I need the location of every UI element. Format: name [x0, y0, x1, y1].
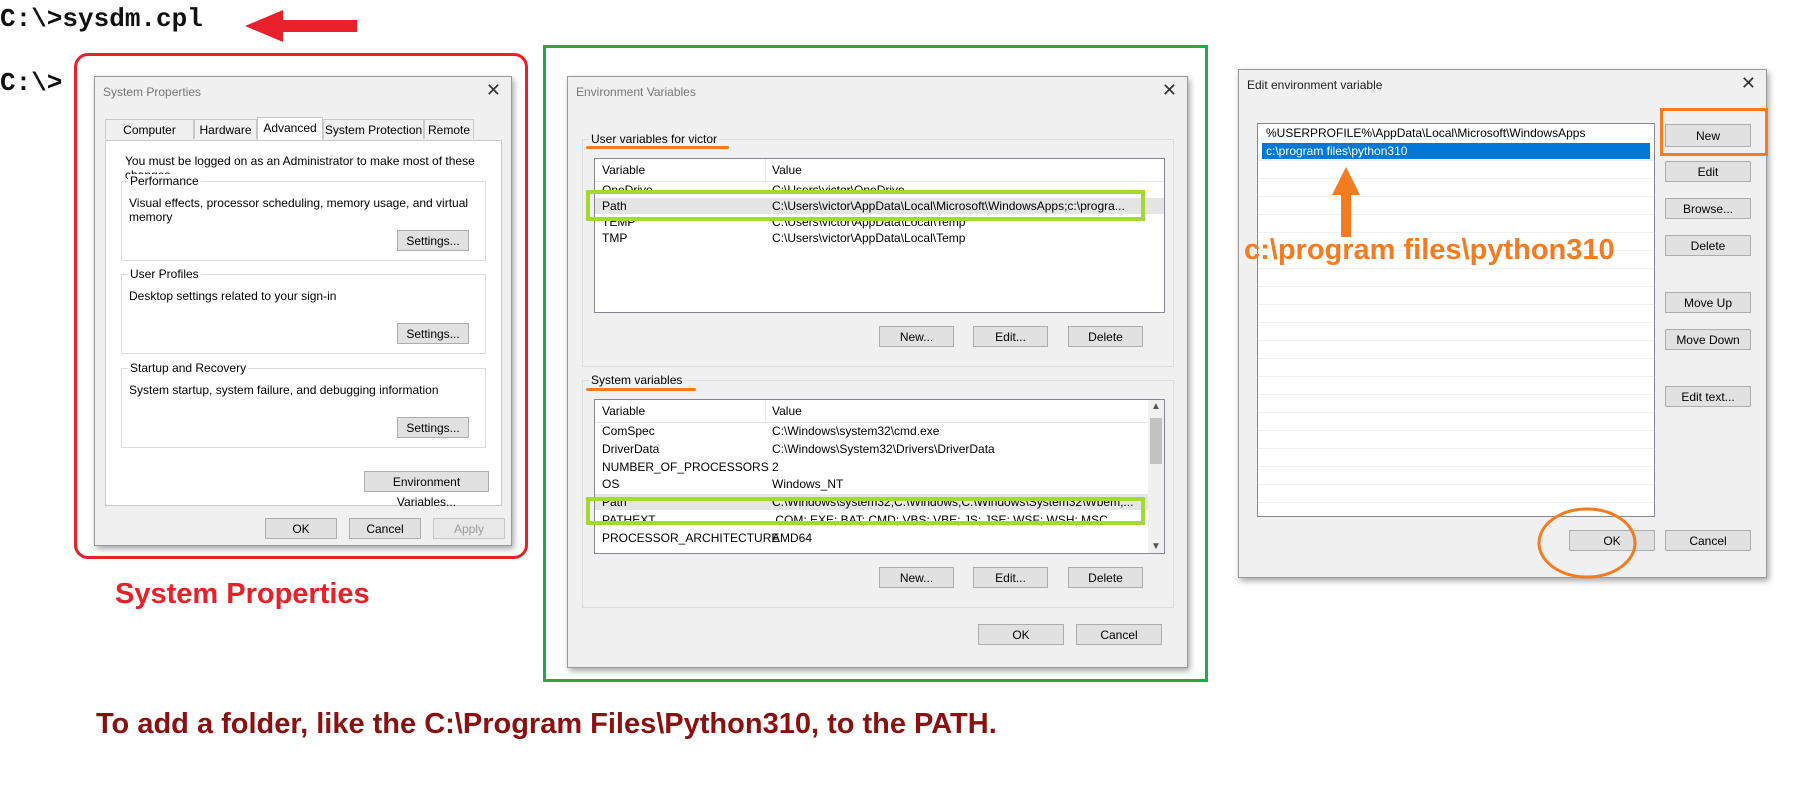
window-title: Edit environment variable — [1247, 78, 1383, 92]
path-entry[interactable]: %USERPROFILE%\AppData\Local\Microsoft\Wi… — [1262, 125, 1650, 141]
row-value: Windows_NT — [772, 477, 844, 491]
system-label-underline — [586, 388, 696, 391]
user-profiles-group: User Profiles Desktop settings related t… — [121, 267, 486, 354]
cancel-button[interactable]: Cancel — [1665, 530, 1751, 551]
cancel-button[interactable]: Cancel — [1076, 624, 1162, 645]
user-label-underline — [586, 146, 729, 149]
system-list-scrollbar[interactable]: ▲ ▼ — [1148, 400, 1164, 553]
user-delete-button[interactable]: Delete — [1068, 326, 1143, 347]
red-arrow-icon — [245, 10, 357, 42]
tab-remote[interactable]: Remote — [424, 119, 474, 139]
startup-recovery-group: Startup and Recovery System startup, sys… — [121, 361, 486, 448]
row-value: 2 — [772, 460, 779, 474]
user-row-tmp[interactable]: TMP C:\Users\victor\AppData\Local\Temp — [595, 230, 1164, 246]
user-path-highlight — [586, 190, 1145, 221]
row-variable: NUMBER_OF_PROCESSORS — [602, 460, 769, 474]
ok-button[interactable]: OK — [978, 624, 1064, 645]
row-value: AMD64 — [772, 531, 813, 545]
scroll-down-icon[interactable]: ▼ — [1151, 541, 1161, 552]
tab-advanced[interactable]: Advanced — [257, 117, 323, 140]
browse-button[interactable]: Browse... — [1665, 198, 1751, 219]
col-variable-header[interactable]: Variable — [602, 163, 645, 177]
system-row-processor-arch[interactable]: PROCESSOR_ARCHITECTURE AMD64 — [595, 530, 1164, 546]
row-value: C:\Users\victor\AppData\Local\Temp — [772, 231, 966, 245]
tab-system-protection[interactable]: System Protection — [323, 119, 424, 139]
system-edit-button[interactable]: Edit... — [973, 567, 1048, 588]
tab-hardware[interactable]: Hardware — [194, 119, 257, 139]
move-up-button[interactable]: Move Up — [1665, 292, 1751, 313]
col-variable-header[interactable]: Variable — [602, 404, 645, 418]
environment-variables-button[interactable]: Environment Variables... — [364, 471, 489, 509]
performance-settings-button[interactable]: Settings... — [397, 230, 469, 251]
row-variable: OS — [602, 477, 620, 491]
system-properties-window: System Properties ✕ Computer Name Hardwa… — [94, 76, 512, 546]
startup-settings-button[interactable]: Settings... — [397, 417, 469, 438]
close-icon[interactable]: ✕ — [1741, 73, 1756, 93]
row-value: C:\Windows\system32\cmd.exe — [772, 424, 940, 438]
performance-desc: Visual effects, processor scheduling, me… — [129, 196, 469, 224]
window-title: System Properties — [103, 85, 202, 99]
python-path-caption: c:\program files\python310 — [1244, 234, 1615, 266]
move-down-button[interactable]: Move Down — [1665, 329, 1751, 350]
path-entry-selected[interactable]: c:\program files\python310 — [1262, 143, 1650, 159]
close-icon[interactable]: ✕ — [1162, 80, 1177, 100]
cancel-button[interactable]: Cancel — [349, 518, 421, 539]
performance-label: Performance — [128, 174, 201, 188]
command-prompt: C:\> — [0, 68, 63, 98]
command-line-sysdm: C:\>sysdm.cpl — [0, 4, 203, 34]
system-path-highlight — [586, 497, 1145, 525]
system-delete-button[interactable]: Delete — [1068, 567, 1143, 588]
environment-variables-window: Environment Variables ✕ User variables f… — [567, 76, 1188, 668]
system-variables-list[interactable]: Variable Value ComSpec C:\Windows\system3… — [594, 399, 1165, 554]
startup-recovery-desc: System startup, system failure, and debu… — [129, 383, 439, 397]
advanced-tab-panel: You must be logged on as an Administrato… — [105, 140, 502, 509]
col-value-header[interactable]: Value — [772, 404, 802, 418]
row-value: C:\Windows\System32\Drivers\DriverData — [772, 442, 995, 456]
delete-button[interactable]: Delete — [1665, 235, 1751, 256]
edit-text-button[interactable]: Edit text... — [1665, 386, 1751, 407]
instruction-caption: To add a folder, like the C:\Program Fil… — [96, 708, 997, 740]
system-row-processors[interactable]: NUMBER_OF_PROCESSORS 2 — [595, 459, 1164, 475]
performance-group: Performance Visual effects, processor sc… — [121, 174, 486, 261]
system-variables-group: System variables Variable Value ComSpec C… — [582, 373, 1174, 608]
edit-button[interactable]: Edit — [1665, 161, 1751, 182]
system-row-comspec[interactable]: ComSpec C:\Windows\system32\cmd.exe — [595, 423, 1164, 439]
scroll-up-icon[interactable]: ▲ — [1151, 401, 1161, 412]
row-variable: TMP — [602, 231, 628, 245]
user-variables-group: User variables for victor Variable Value… — [582, 132, 1174, 367]
user-edit-button[interactable]: Edit... — [973, 326, 1048, 347]
user-new-button[interactable]: New... — [879, 326, 954, 347]
system-variables-label: System variables — [589, 373, 685, 387]
col-value-header[interactable]: Value — [772, 163, 802, 177]
new-button-highlight — [1660, 108, 1768, 156]
row-variable: ComSpec — [602, 424, 655, 438]
system-row-os[interactable]: OS Windows_NT — [595, 476, 1164, 492]
user-variables-list[interactable]: Variable Value OneDrive C:\Users\victor\O… — [594, 158, 1165, 313]
user-variables-label: User variables for victor — [589, 132, 720, 146]
system-new-button[interactable]: New... — [879, 567, 954, 588]
user-profiles-desc: Desktop settings related to your sign-in — [129, 289, 337, 303]
startup-recovery-label: Startup and Recovery — [128, 361, 249, 375]
system-row-driverdata[interactable]: DriverData C:\Windows\System32\Drivers\Dr… — [595, 441, 1164, 457]
ok-button[interactable]: OK — [265, 518, 337, 539]
window-title: Environment Variables — [576, 85, 696, 99]
system-properties-caption: System Properties — [115, 578, 370, 610]
user-profiles-label: User Profiles — [128, 267, 201, 281]
path-entries-list[interactable]: %USERPROFILE%\AppData\Local\Microsoft\Wi… — [1257, 123, 1655, 517]
scrollbar-thumb[interactable] — [1150, 418, 1162, 464]
close-icon[interactable]: ✕ — [486, 80, 501, 100]
row-variable: DriverData — [602, 442, 660, 456]
orange-arrow-icon — [1332, 167, 1360, 237]
tab-computer-name[interactable]: Computer Name — [105, 119, 194, 157]
user-profiles-settings-button[interactable]: Settings... — [397, 323, 469, 344]
apply-button[interactable]: Apply — [433, 518, 505, 539]
ok-button-highlight — [1537, 507, 1637, 579]
row-variable: PROCESSOR_ARCHITECTURE — [602, 531, 780, 545]
